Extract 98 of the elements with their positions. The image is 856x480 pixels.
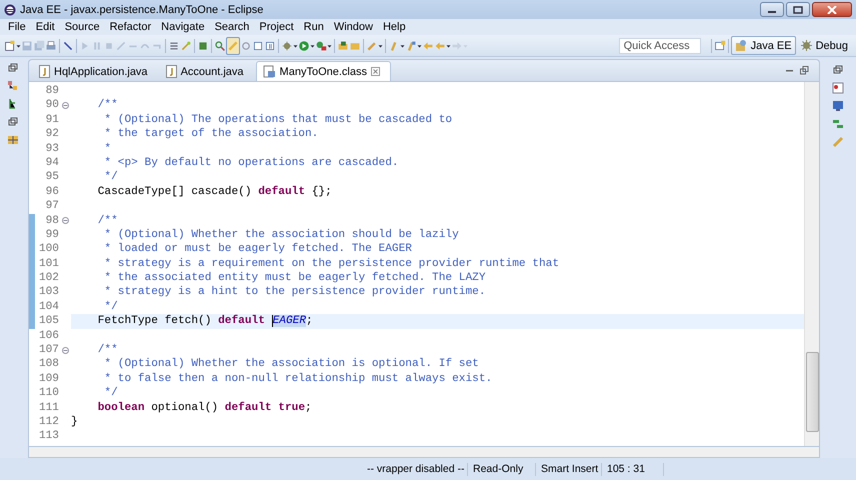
- quick-access-field[interactable]: Quick Access: [618, 38, 701, 54]
- code-text: *: [103, 142, 112, 155]
- code-text: ;: [306, 315, 313, 328]
- menu-item[interactable]: Run: [298, 21, 329, 33]
- code-text: */: [103, 387, 118, 400]
- code-text: * to false then a non-null relationship must always exist.: [103, 372, 492, 385]
- line-number: 98: [44, 214, 59, 228]
- status-text: -- vrapper disabled --: [362, 462, 468, 476]
- eclipse-logo-icon: [4, 4, 16, 16]
- line-number: 90: [44, 98, 59, 113]
- line-number: 107: [38, 343, 59, 358]
- line-number: 106: [38, 328, 59, 344]
- line-number: 110: [38, 386, 59, 401]
- menu-item[interactable]: Edit: [30, 21, 60, 33]
- connector-icon[interactable]: [831, 117, 845, 131]
- code-text: * the target of the association.: [103, 128, 318, 140]
- briefcase-icon: [734, 39, 748, 52]
- menu-item[interactable]: Help: [378, 21, 411, 33]
- code-text: * strategy is a hint to the persistence provider runtime.: [103, 286, 486, 298]
- line-number: 111: [38, 400, 59, 415]
- highlighter-icon[interactable]: [226, 36, 240, 54]
- line-number: 109: [38, 372, 59, 386]
- code-text: * <p> By default no operations are cascaded.: [103, 156, 399, 169]
- code-text: optional(): [150, 402, 220, 414]
- code-text: CascadeType[] cascade(): [96, 186, 253, 198]
- close-icon: [827, 6, 837, 14]
- line-number: 99: [44, 228, 59, 242]
- status-text: Smart Insert: [536, 462, 602, 476]
- code-text: /**: [96, 99, 118, 112]
- close-button[interactable]: [812, 2, 852, 17]
- line-number: 89: [44, 84, 59, 98]
- java-file-icon: [39, 65, 50, 78]
- minimize-button[interactable]: [760, 2, 784, 17]
- code-text: */: [103, 300, 118, 313]
- grid-icon[interactable]: [6, 133, 20, 147]
- code-text: FetchType fetch(): [96, 315, 212, 328]
- code-text: * the associated entity must be eagerly fetched. The LAZY: [103, 272, 486, 284]
- line-number: 108: [38, 357, 59, 372]
- maximize-button[interactable]: [786, 2, 810, 17]
- line-number: 101: [38, 256, 59, 272]
- menu-item[interactable]: Source: [60, 21, 105, 33]
- menu-item[interactable]: Navigate: [156, 21, 210, 33]
- menu-item[interactable]: File: [3, 21, 31, 33]
- close-icon[interactable]: [370, 67, 380, 76]
- window-title: Java EE - javax.persistence.ManyToOne - Eclipse: [20, 4, 264, 16]
- vertical-scrollbar[interactable]: [804, 82, 819, 446]
- line-number: 95: [44, 170, 59, 185]
- collapse-icon[interactable]: [62, 102, 68, 110]
- collapse-icon[interactable]: [62, 346, 68, 354]
- status-text: Read-Only: [468, 462, 536, 476]
- perspective-button[interactable]: Debug: [796, 36, 852, 55]
- collapse-icon[interactable]: [62, 217, 68, 224]
- code-text: */: [103, 171, 118, 184]
- line-number: 92: [44, 127, 59, 142]
- code-text: /**: [96, 214, 118, 227]
- java-file-icon: [166, 65, 177, 78]
- code-text: {};: [310, 186, 332, 198]
- code-text: * strategy is a requirement on the persistence provider runtime that: [103, 258, 560, 270]
- code-text: * (Optional) Whether the association is optional. If set: [103, 358, 479, 370]
- menu-item[interactable]: Window: [328, 21, 378, 33]
- line-number: 93: [44, 142, 59, 156]
- menu-item[interactable]: Search: [210, 21, 254, 33]
- menu-item[interactable]: Refactor: [104, 21, 156, 33]
- line-number: 97: [44, 199, 59, 214]
- line-number: 100: [38, 242, 59, 257]
- code-text: }: [71, 416, 78, 428]
- line-number: 103: [38, 285, 59, 300]
- monitor-icon[interactable]: [831, 99, 845, 113]
- class-file-icon: [262, 65, 276, 78]
- code-text: ;: [305, 402, 312, 414]
- line-number: 91: [44, 112, 59, 128]
- code-text: * loaded or must be eagerly fetched. The EAGER: [103, 243, 412, 256]
- code-text: /**: [96, 344, 118, 356]
- code-text: boolean: [96, 402, 145, 414]
- line-number: 112: [38, 414, 59, 430]
- code-text: * (Optional) The operations that must be cascaded to: [103, 114, 452, 126]
- code-text: default: [258, 186, 306, 198]
- editor-tab[interactable]: Account.java: [160, 62, 254, 81]
- horizontal-scrollbar[interactable]: [28, 447, 820, 458]
- line-number: 105: [38, 314, 59, 329]
- code-text: default: [218, 315, 266, 328]
- maximize-icon: [793, 6, 803, 14]
- status-text: 105 : 31: [602, 462, 664, 476]
- line-number: 104: [38, 300, 59, 314]
- code-text: default true: [224, 402, 306, 414]
- perspective-button[interactable]: Java EE: [730, 36, 796, 55]
- line-number: 113: [38, 429, 59, 444]
- line-number: 102: [38, 271, 59, 286]
- code-text: * (Optional) Whether the association should be lazily: [103, 228, 459, 241]
- selected-text: EAGER: [272, 315, 306, 328]
- bug-icon: [800, 39, 813, 52]
- line-number: 94: [44, 156, 59, 170]
- editor-tab[interactable]: HqlApplication.java: [33, 62, 158, 81]
- restore-icon[interactable]: [800, 66, 809, 75]
- line-number: 96: [44, 184, 59, 200]
- menu-item[interactable]: Project: [254, 21, 299, 33]
- hierarchy-icon[interactable]: [6, 79, 20, 93]
- editor-tab[interactable]: ManyToOne.class: [256, 61, 391, 81]
